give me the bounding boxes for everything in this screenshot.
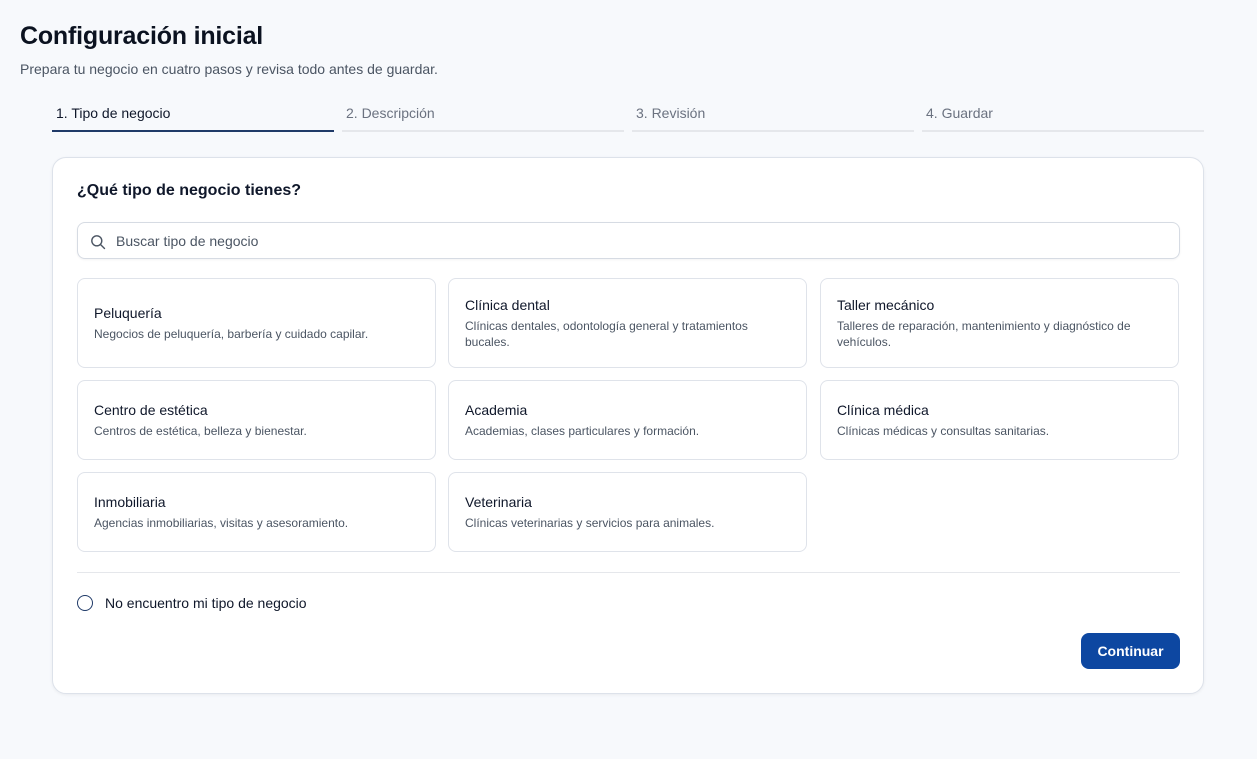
option-veterinaria[interactable]: Veterinaria Clínicas veterinarias y serv…	[448, 472, 807, 552]
option-inmobiliaria[interactable]: Inmobiliaria Agencias inmobiliarias, vis…	[77, 472, 436, 552]
page-subtitle: Prepara tu negocio en cuatro pasos y rev…	[20, 61, 438, 77]
option-description: Academias, clases particulares y formaci…	[465, 423, 700, 438]
option-title: Veterinaria	[465, 493, 532, 510]
option-taller-mecanico[interactable]: Taller mecánico Talleres de reparación, …	[820, 278, 1179, 368]
option-title: Clínica médica	[837, 401, 929, 418]
search-box[interactable]	[77, 222, 1180, 259]
option-centro-de-estetica[interactable]: Centro de estética Centros de estética, …	[77, 380, 436, 460]
option-description: Talleres de reparación, mantenimiento y …	[837, 318, 1131, 349]
step-guardar[interactable]: 4. Guardar	[922, 100, 1204, 133]
step-revision[interactable]: 3. Revisión	[632, 100, 914, 133]
question-heading: ¿Qué tipo de negocio tienes?	[77, 182, 302, 199]
page-title: Configuración inicial	[20, 22, 264, 50]
not-found-radio[interactable]	[77, 595, 93, 611]
option-academia[interactable]: Academia Academias, clases particulares …	[448, 380, 807, 460]
option-title: Centro de estética	[94, 401, 208, 418]
continue-button[interactable]: Continuar	[1081, 633, 1180, 669]
option-clinica-dental[interactable]: Clínica dental Clínicas dentales, odonto…	[448, 278, 807, 368]
step-tipo-de-negocio[interactable]: 1. Tipo de negocio	[52, 100, 334, 133]
option-title: Clínica dental	[465, 296, 550, 313]
option-description: Clínicas médicas y consultas sanitarias.	[837, 423, 1050, 438]
step-descripcion[interactable]: 2. Descripción	[342, 100, 624, 133]
option-description: Clínicas dentales, odontología general y…	[465, 318, 748, 349]
option-title: Academia	[465, 401, 528, 418]
option-description: Negocios de peluquería, barbería y cuida…	[94, 326, 369, 341]
not-found-label: No encuentro mi tipo de negocio	[105, 595, 307, 611]
option-clinica-medica[interactable]: Clínica médica Clínicas médicas y consul…	[820, 380, 1179, 460]
option-peluqueria[interactable]: Peluquería Negocios de peluquería, barbe…	[77, 278, 436, 368]
divider	[77, 572, 1180, 573]
option-description: Centros de estética, belleza y bienestar…	[94, 423, 307, 438]
option-title: Taller mecánico	[837, 296, 935, 313]
search-input[interactable]	[114, 223, 1174, 258]
option-description: Agencias inmobiliarias, visitas y asesor…	[94, 515, 349, 530]
search-icon	[91, 235, 106, 250]
option-description: Clínicas veterinarias y servicios para a…	[465, 515, 715, 530]
business-type-card: ¿Qué tipo de negocio tienes? Peluquería …	[52, 157, 1204, 694]
not-found-option[interactable]: No encuentro mi tipo de negocio	[77, 594, 307, 612]
option-title: Inmobiliaria	[94, 493, 166, 510]
option-title: Peluquería	[94, 304, 162, 321]
stepper: 1. Tipo de negocio 2. Descripción 3. Rev…	[52, 100, 1204, 133]
